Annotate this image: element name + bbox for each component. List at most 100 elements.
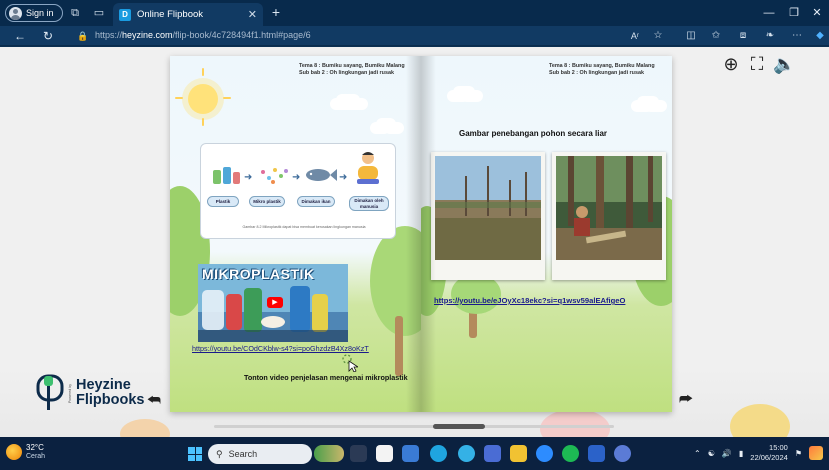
microplastic-particles-icon: [261, 168, 288, 184]
clock-time: 15:00: [769, 443, 788, 452]
search-icon: ⚲: [216, 448, 223, 459]
flipbook-spread[interactable]: Tema 8 : Bumiku sayang, Bumiku Malang Su…: [170, 56, 672, 412]
tab-actions-icon[interactable]: ▭: [91, 5, 107, 21]
store-icon[interactable]: [402, 445, 419, 462]
favorite-icon[interactable]: ☆: [650, 28, 666, 44]
extensions-icon[interactable]: ❧: [762, 28, 778, 44]
profile-avatar-icon: [9, 6, 22, 20]
photos-icon[interactable]: [536, 445, 553, 462]
favorites-bar-icon[interactable]: ✩: [708, 28, 724, 44]
notification-bell-icon[interactable]: ⚑: [795, 449, 802, 458]
minimize-icon[interactable]: —: [760, 5, 778, 21]
temperature: 32°C: [26, 443, 44, 452]
back-icon[interactable]: ←: [12, 28, 28, 44]
next-page-icon[interactable]: ⮫: [679, 391, 693, 408]
sun-ray: [202, 68, 204, 76]
browser-tab-bar: Sign in ⧉ ▭ D Online Flipbook ✕ + — ❐ ✕: [0, 0, 829, 26]
zoom-in-icon[interactable]: ⊕: [720, 53, 742, 75]
app-icon[interactable]: [614, 445, 631, 462]
refresh-icon[interactable]: ↻: [40, 28, 56, 44]
cloud-decoration: [631, 100, 653, 112]
taskbar-search[interactable]: ⚲ Search: [208, 444, 312, 464]
logo-line1: Heyzine: [76, 377, 131, 393]
url-scheme: https://: [95, 30, 123, 40]
address-bar-row: ← ↻ 🔒 https://heyzine.com/flip-book/4c72…: [0, 26, 829, 46]
section-title: Gambar penebangan pohon secara liar: [459, 129, 608, 138]
infographic-label: Dimakan oleh manusia: [349, 196, 389, 211]
heyzine-logo[interactable]: Powered by Heyzine Flipbooks: [36, 372, 144, 414]
windows-taskbar: 32°C Cerah ⚲ Search ⌃ ☯ 🔊 ▮ 15:00 22/06/…: [0, 437, 829, 470]
sign-in-label: Sign in: [26, 8, 54, 18]
split-screen-icon[interactable]: ◫: [683, 28, 699, 44]
edge-icon[interactable]: [430, 445, 447, 462]
word-icon[interactable]: [588, 445, 605, 462]
read-aloud-icon[interactable]: Aʳ: [627, 28, 643, 44]
cloud-decoration: [330, 98, 354, 110]
tab-online-flipbook[interactable]: D Online Flipbook ✕: [113, 3, 263, 26]
prev-page-icon[interactable]: ⮪: [147, 392, 161, 409]
fullscreen-icon[interactable]: ⛶: [746, 53, 768, 75]
page-scroll-thumb[interactable]: [433, 424, 485, 429]
fish-icon: [306, 169, 337, 181]
sun-ray: [202, 118, 204, 126]
copilot-icon[interactable]: ◆: [812, 28, 828, 44]
spotify-icon[interactable]: [562, 445, 579, 462]
widgets-icon[interactable]: [376, 445, 393, 462]
play-icon[interactable]: ▶: [267, 297, 283, 308]
copilot-taskbar-icon[interactable]: [809, 446, 823, 460]
person-eating-icon: [357, 152, 379, 184]
infographic-label: Plastik: [207, 196, 239, 207]
page-header-line1: Tema 8 : Bumiku sayang, Bumiku Malang: [299, 63, 405, 69]
tree-decoration: [451, 274, 501, 314]
clock[interactable]: 15:00 22/06/2024: [750, 443, 788, 463]
url-host: heyzine.com: [122, 30, 173, 40]
sun-ray: [175, 97, 183, 99]
cloud-decoration: [447, 90, 469, 102]
news-widget-icon[interactable]: [314, 445, 344, 462]
video-title: MIKROPLASTIK: [202, 266, 315, 282]
youtube-link[interactable]: https://youtu.be/COdCKblw-s4?si=poGhzdzB…: [192, 344, 369, 353]
infographic-label: Mikro plastik: [249, 196, 285, 207]
cloud-decoration: [370, 122, 390, 134]
more-icon[interactable]: ⋯: [789, 28, 805, 44]
arrow-icon: ➜: [292, 172, 301, 183]
youtube-link[interactable]: https://youtu.be/eJOyXc18ekc?si=q1wsv59a…: [434, 296, 625, 305]
logging-photo: [552, 152, 666, 280]
tab-close-icon[interactable]: ✕: [248, 8, 257, 21]
restore-icon[interactable]: ❐: [785, 5, 803, 21]
page-header-line2: Sub bab 2 : Oh lingkungan jadi rusak: [549, 70, 644, 76]
page-scroll-track[interactable]: [214, 425, 614, 428]
file-explorer-icon[interactable]: [510, 445, 527, 462]
lock-icon[interactable]: 🔒: [76, 29, 90, 43]
start-button-icon[interactable]: [188, 447, 202, 461]
left-page[interactable]: Tema 8 : Bumiku sayang, Bumiku Malang Su…: [170, 56, 421, 412]
chrome-icon[interactable]: [458, 445, 475, 462]
deforestation-photo-image: [435, 156, 541, 260]
heyzine-logo-mark: [36, 374, 64, 410]
video-thumbnail[interactable]: MIKROPLASTIK ▶: [198, 264, 348, 342]
url-field[interactable]: https://heyzine.com/flip-book/4c728494f1…: [95, 30, 311, 40]
sign-in-button[interactable]: Sign in: [5, 4, 63, 22]
network-icon[interactable]: ☯: [708, 449, 715, 458]
close-icon[interactable]: ✕: [808, 5, 826, 21]
new-tab-button[interactable]: +: [268, 4, 284, 20]
page-header-line1: Tema 8 : Bumiku sayang, Bumiku Malang: [549, 63, 655, 69]
volume-icon[interactable]: 🔊: [722, 449, 732, 458]
deforestation-photo: [431, 152, 545, 280]
video-caption: Tonton video penjelasan mengenai mikropl…: [244, 373, 408, 382]
weather-condition: Cerah: [26, 453, 46, 460]
tray-overflow-icon[interactable]: ⌃: [694, 449, 701, 458]
collections-icon[interactable]: ⧈: [735, 28, 751, 44]
task-view-icon[interactable]: [350, 445, 367, 462]
weather-widget[interactable]: 32°C Cerah: [6, 443, 45, 461]
arrow-icon: ➜: [339, 172, 348, 183]
sound-icon[interactable]: 🔈: [773, 53, 795, 75]
flipbook-viewer: ⊕ ⛶ 🔈 Tema 8 : Bumiku sayang, Bumiku Mal…: [0, 47, 829, 437]
arrow-icon: ➜: [244, 172, 253, 183]
battery-icon[interactable]: ▮: [739, 449, 743, 458]
right-page[interactable]: Tema 8 : Bumiku sayang, Bumiku Malang Su…: [421, 56, 672, 412]
teams-icon[interactable]: [484, 445, 501, 462]
powered-by-label: Powered by: [68, 383, 72, 403]
workspaces-icon[interactable]: ⧉: [67, 5, 83, 21]
infographic-label: Dimakan ikan: [297, 196, 335, 207]
